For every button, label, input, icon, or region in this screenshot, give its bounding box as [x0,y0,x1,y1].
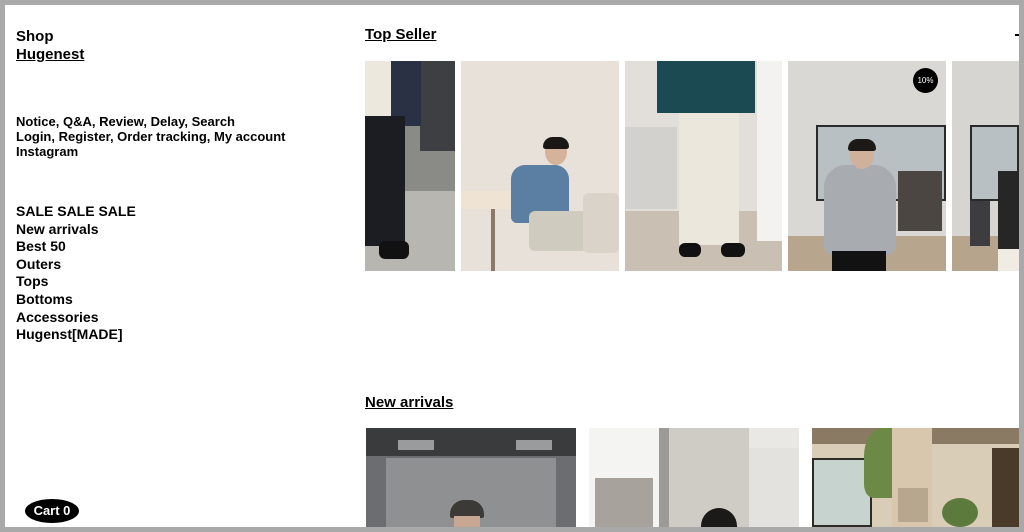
category-tops[interactable]: Tops [16,273,136,291]
category-accessories[interactable]: Accessories [16,309,136,327]
photo-shoe [679,243,701,257]
photo-table-leg [491,209,495,271]
new-arrival-image-3[interactable] [812,428,1019,527]
register-link[interactable]: Register [59,129,110,144]
utility-row: Notice, Q&A, Review, Delay, Search [16,114,235,129]
category-sale[interactable]: SALE SALE SALE [16,203,136,221]
category-nav: SALE SALE SALE New arrivals Best 50 Oute… [16,203,136,344]
category-bottoms[interactable]: Bottoms [16,291,136,309]
product-image-1[interactable] [365,61,455,271]
next-arrow-icon[interactable] [1013,28,1019,40]
review-link[interactable]: Review [99,114,143,129]
utility-row: Login, Register, Order tracking, My acco… [16,129,286,144]
instagram-link[interactable]: Instagram [16,144,78,159]
photo-luggage [970,201,990,246]
product-image-2[interactable] [461,61,619,271]
photo-shirt [365,61,391,121]
my-account-link[interactable]: My account [214,129,286,144]
photo-trousers [998,249,1019,271]
discount-badge: 10% [913,68,938,93]
photo-hoodie [824,165,896,255]
photo-shoe [379,241,409,259]
photo-trousers [679,113,739,245]
photo-street [595,478,653,527]
search-link[interactable]: Search [192,114,235,129]
photo-trousers [832,251,886,271]
notice-link[interactable]: Notice [16,114,56,129]
order-tracking-link[interactable]: Order tracking [117,129,207,144]
section-title-top-seller[interactable]: Top Seller [365,26,436,43]
shop-label: Shop [16,28,54,45]
photo-figure [998,171,1019,251]
new-arrival-image-2[interactable] [589,428,799,527]
category-outers[interactable]: Outers [16,256,136,274]
photo-window [992,448,1019,527]
photo-hair [543,137,569,149]
new-arrival-image-1[interactable] [366,428,576,527]
photo-curtain [757,61,782,241]
photo-face [454,516,480,527]
photo-trousers [529,211,587,251]
product-image-5[interactable] [952,61,1019,271]
photo-sofa [625,127,677,209]
photo-vent [398,440,434,450]
photo-trousers [365,116,405,246]
photo-shoe [721,243,745,257]
utility-row: Instagram [16,144,286,159]
photo-vent [516,440,552,450]
photo-sweater [657,61,755,113]
login-link[interactable]: Login [16,129,51,144]
category-new-arrivals[interactable]: New arrivals [16,221,136,239]
photo-hair [848,139,876,151]
category-hugenst-made[interactable]: Hugenst[MADE] [16,326,136,344]
product-image-3[interactable] [625,61,782,271]
page-frame: Shop Hugenest Notice, Q&A, Review, Delay… [5,5,1019,527]
brand-logo-link[interactable]: Hugenest [16,46,84,64]
category-best-50[interactable]: Best 50 [16,238,136,256]
product-image-4[interactable]: 10% [788,61,946,271]
utility-nav: Notice, Q&A, Review, Delay, Search Login… [16,114,286,159]
cart-button[interactable]: Cart 0 [25,499,79,523]
photo-plant [942,498,978,527]
photo-poster [898,488,928,522]
photo-frame [659,428,669,527]
photo-rack [898,171,942,231]
photo-door [749,448,799,527]
qa-link[interactable]: Q&A [63,114,92,129]
photo-wall [420,61,455,151]
photo-chair [583,193,619,253]
delay-link[interactable]: Delay [151,114,185,129]
photo-window [812,458,872,527]
section-title-new-arrivals[interactable]: New arrivals [365,394,453,411]
